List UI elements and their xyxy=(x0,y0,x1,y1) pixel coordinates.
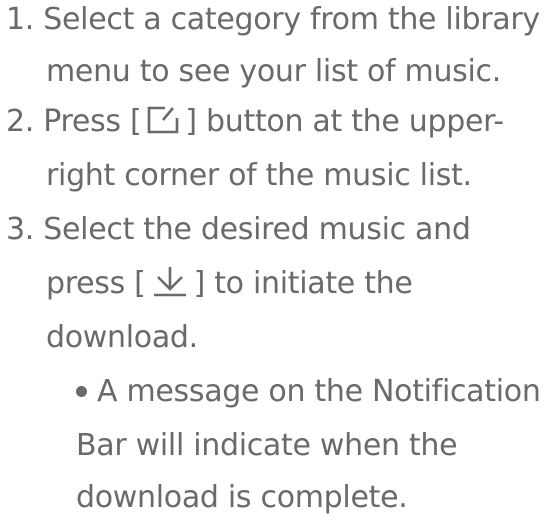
note-text-2: Bar will indicate when the xyxy=(76,428,458,463)
step-3-line-2: press [ ] to initiate the xyxy=(46,264,413,309)
step-1-number: 1. xyxy=(6,2,35,37)
step-2-line-2: right corner of the music list. xyxy=(46,156,472,196)
step-3-text-3: download. xyxy=(46,320,198,355)
step-3-text-suffix: ] to initiate the xyxy=(193,266,413,301)
instructions-page: 1. Select a category from the library me… xyxy=(0,0,560,522)
bullet-icon xyxy=(76,386,87,397)
edit-icon xyxy=(145,104,181,147)
step-2-text-2: right corner of the music list. xyxy=(46,158,472,193)
step-2-text-suffix: ] button at the upper- xyxy=(185,104,504,139)
step-1-text-1: Select a category from the library xyxy=(43,2,540,37)
note-line-3-text: download is complete. xyxy=(76,478,408,518)
step-1-text-2: menu to see your list of music. xyxy=(46,54,501,89)
step-3-text-1: Select the desired music and xyxy=(43,212,471,247)
note-line-2: Bar will indicate when the xyxy=(76,426,458,466)
note-text-3: download is complete. xyxy=(76,480,408,515)
step-2-number: 2. xyxy=(6,104,35,139)
download-icon xyxy=(150,264,190,309)
step-3-line-3: download. xyxy=(46,318,198,358)
step-1-line-2: menu to see your list of music. xyxy=(46,52,501,92)
step-2-line-1: 2. Press [ ] button at the upper- xyxy=(6,102,504,147)
step-3-text-prefix: press [ xyxy=(46,266,146,301)
step-3-number: 3. xyxy=(6,212,35,247)
note-text-1: A message on the Notification xyxy=(97,374,541,409)
step-2-text-prefix: Press [ xyxy=(43,104,142,139)
step-1-line-1: 1. Select a category from the library xyxy=(6,0,540,40)
step-3-line-1: 3. Select the desired music and xyxy=(6,210,471,250)
note-line-1: A message on the Notification xyxy=(76,372,541,412)
